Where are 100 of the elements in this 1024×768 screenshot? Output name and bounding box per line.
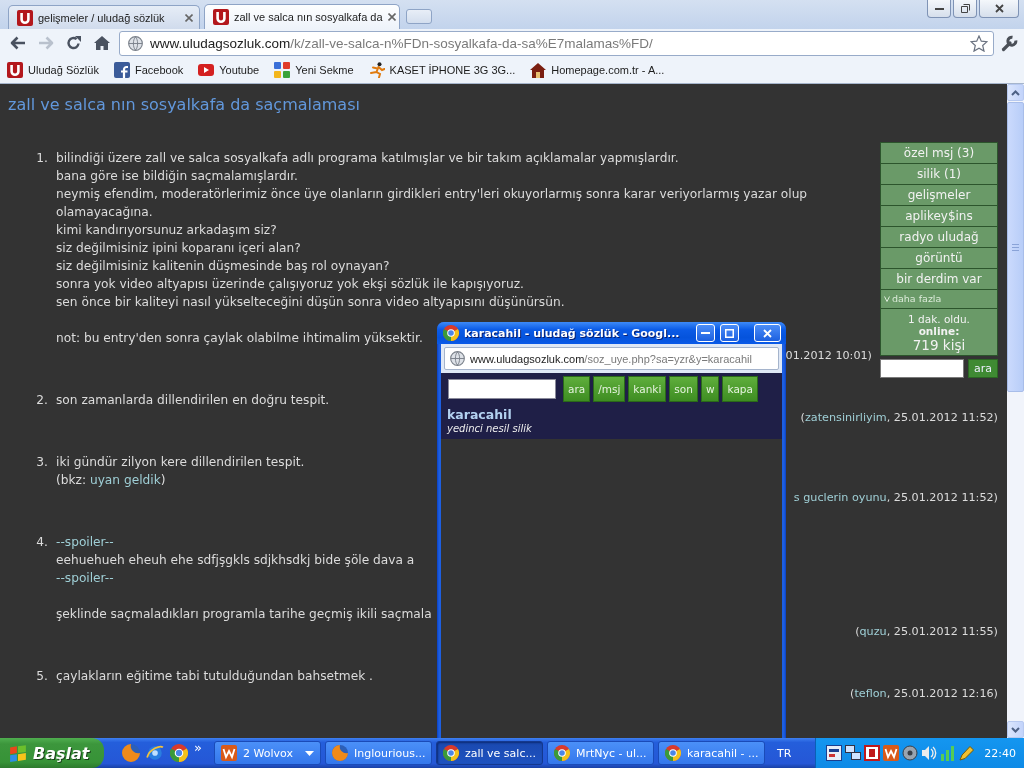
- entry-text: kimi kandırıyorsunuz arkadaşım siz?: [56, 223, 277, 237]
- square-badge-icon[interactable]: [826, 745, 843, 761]
- sidebar-menu-item[interactable]: silik (1): [880, 163, 998, 185]
- close-button[interactable]: [979, 0, 1019, 18]
- entry-text: iki gündür zilyon kere dillendirilen tespit.: [56, 455, 305, 469]
- bookmark-item[interactable]: Facebook: [113, 62, 184, 78]
- grip-icon: [1012, 243, 1019, 251]
- taskbar-button[interactable]: 2 Wolvox: [213, 741, 321, 765]
- profile-action-button[interactable]: /msj: [593, 376, 626, 402]
- popup-address-field[interactable]: www.uludagsozluk.com/soz_uye.php?sa=yzr&y=karacahil: [444, 347, 779, 370]
- minimize-button[interactable]: [927, 0, 951, 18]
- tricolor-wheel-icon: [170, 744, 188, 762]
- back-arrow-icon: [10, 36, 26, 50]
- taskbar-button[interactable]: zall ve salc...: [435, 741, 543, 765]
- speaker-icon[interactable]: [921, 745, 938, 761]
- entry-text: neymiş efendim, moderatörlerimiz önce üye olanların girdikleri entry'leri okuyorlarmış sonra karar veriyorlarmış yazar olup olamayacağına.: [56, 187, 808, 219]
- u-logo-icon: [213, 9, 229, 25]
- orb-icon: [331, 745, 348, 761]
- entry-number: 2.: [36, 393, 48, 407]
- entry-text: bana göre ise bildiğin saçmalamışlardır.: [56, 169, 298, 183]
- browser-tab[interactable]: gelişmeler / uludağ sözlük: [8, 5, 200, 29]
- w-logo-icon[interactable]: [883, 745, 900, 761]
- sidebar-menu-item[interactable]: özel msj (3): [880, 142, 998, 164]
- scroll-up-button[interactable]: [1007, 84, 1024, 101]
- scroll-down-button[interactable]: [1007, 721, 1024, 738]
- entry-link[interactable]: --spoiler--: [56, 535, 114, 549]
- profile-action-button[interactable]: kanki: [628, 376, 667, 402]
- framed-square-icon[interactable]: [864, 745, 881, 761]
- page-title: zall ve salca nın sosyalkafa da saçmalaması: [8, 96, 360, 114]
- popup-title-bar[interactable]: karacahil - uludağ sözlük - Googl...: [437, 322, 786, 344]
- pencil-icon[interactable]: [959, 745, 976, 761]
- entry-link[interactable]: --spoiler--: [56, 571, 114, 585]
- entry-number: 1.: [36, 151, 48, 165]
- username-text: karacahil: [447, 407, 512, 422]
- house-icon: [530, 62, 547, 78]
- entry-text: çaylakların eğitime tabi tutulduğundan bahsetmek .: [56, 669, 373, 683]
- sidebar-menu-item[interactable]: bir derdim var: [880, 268, 998, 290]
- close-icon: [763, 328, 772, 338]
- star-icon[interactable]: [970, 34, 988, 52]
- profile-action-button[interactable]: w: [700, 376, 720, 402]
- address-field[interactable]: www.uludagsozluk.com/k/zall-ve-salca-n%FDn-sosyalkafa-da-sa%E7malamas%FD/: [119, 30, 994, 56]
- profile-action-button[interactable]: kapa: [722, 376, 758, 402]
- user-rank-text: yedinci nesil silik: [447, 422, 532, 435]
- search-field[interactable]: [880, 359, 964, 378]
- popup-search-field[interactable]: [448, 379, 556, 399]
- author-link[interactable]: teflon: [854, 687, 887, 700]
- entry-signature: (quzu, 25.01.2012 11:55): [855, 625, 998, 638]
- sidebar-menu-item[interactable]: aplikey$ins: [880, 205, 998, 227]
- entry-signature: 01.2012 10:01): [785, 349, 872, 362]
- author-link[interactable]: quzu: [859, 625, 887, 638]
- entry-link[interactable]: uyan geldik: [89, 473, 161, 487]
- entry-text: şeklinde saçmaladıkları programla tarihe geçmiş ikili saçmala: [56, 607, 432, 621]
- vertical-scrollbar[interactable]: [1007, 84, 1024, 738]
- close-icon[interactable]: [185, 13, 193, 22]
- sidebar-menu-item[interactable]: radyo uludağ: [880, 226, 998, 248]
- play-button-icon: [198, 64, 215, 76]
- running-figure-icon: [368, 62, 385, 78]
- sidebar-menu-item[interactable]: gelişmeler: [880, 184, 998, 206]
- home-icon: [94, 36, 110, 50]
- sidebar-menu-item[interactable]: görüntü: [880, 247, 998, 269]
- search-button[interactable]: ara: [968, 359, 998, 378]
- taskbar-button[interactable]: karacahil - ...: [657, 741, 765, 765]
- tricolor-wheel-icon: [664, 745, 681, 761]
- browser-tab[interactable]: zall ve salca nın sosyalkafa da: [204, 4, 400, 29]
- online-time-text: 1 dak. oldu.: [908, 313, 970, 325]
- restore-button[interactable]: [953, 0, 977, 18]
- taskbar-button[interactable]: Inglourious...: [324, 741, 432, 765]
- ringed-globe-icon: [146, 744, 164, 762]
- popup-minimize-button[interactable]: [696, 324, 715, 342]
- start-button[interactable]: Başlat: [0, 738, 104, 768]
- monitors-icon[interactable]: [845, 745, 862, 761]
- author-link[interactable]: zatensinirliyim: [805, 411, 887, 424]
- bookmark-item[interactable]: Youtube: [198, 64, 260, 76]
- taskbar-button[interactable]: MrtNyc - ul...: [546, 741, 654, 765]
- url-text: www.uludagsozluk.com/k/zall-ve-salca-n%FDn-sosyalkafa-da-sa%E7malamas%FD/: [150, 35, 654, 51]
- entry-text: bilindiği üzere zall ve salca sosyalkafa adlı programa katılmışlar ve bir takım açıklamalar yapmışlardır.: [56, 151, 679, 165]
- entry-signature: s guclerin oyunu, 25.01.2012 11:52): [793, 491, 998, 504]
- bookmark-item[interactable]: KASET İPHONE 3G 3G...: [368, 62, 516, 78]
- disc-icon[interactable]: [902, 745, 919, 761]
- entry-number: 4.: [36, 535, 48, 549]
- scroll-thumb[interactable]: [1007, 102, 1024, 392]
- entry-text: sonra yok video altyapısı üzerinde çalışıyoruz yok ekşi sözlük ile kapışıyoruz.: [56, 277, 524, 291]
- bookmark-item[interactable]: Uludağ Sözlük: [7, 62, 99, 78]
- profile-action-button[interactable]: ara: [563, 376, 591, 402]
- entry-number: 5.: [36, 669, 48, 683]
- restore-icon: [960, 4, 970, 13]
- tricolor-wheel-icon: [553, 745, 570, 761]
- popup-maximize-button[interactable]: [720, 324, 739, 342]
- language-indicator[interactable]: TR: [776, 746, 792, 760]
- online-label: online:: [918, 325, 960, 337]
- popup-close-button[interactable]: [754, 324, 781, 342]
- author-link[interactable]: s guclerin oyunu: [793, 491, 887, 504]
- bookmark-item[interactable]: Homepage.com.tr - A...: [530, 62, 665, 78]
- online-count: 719 kişi: [912, 337, 966, 353]
- close-icon[interactable]: [387, 13, 396, 21]
- show-more-button[interactable]: »: [194, 740, 202, 755]
- globe-icon: [450, 351, 465, 366]
- profile-action-button[interactable]: son: [669, 376, 698, 402]
- clock-text: 22:40: [984, 746, 1016, 760]
- bookmark-item[interactable]: Yeni Sekme: [274, 62, 354, 78]
